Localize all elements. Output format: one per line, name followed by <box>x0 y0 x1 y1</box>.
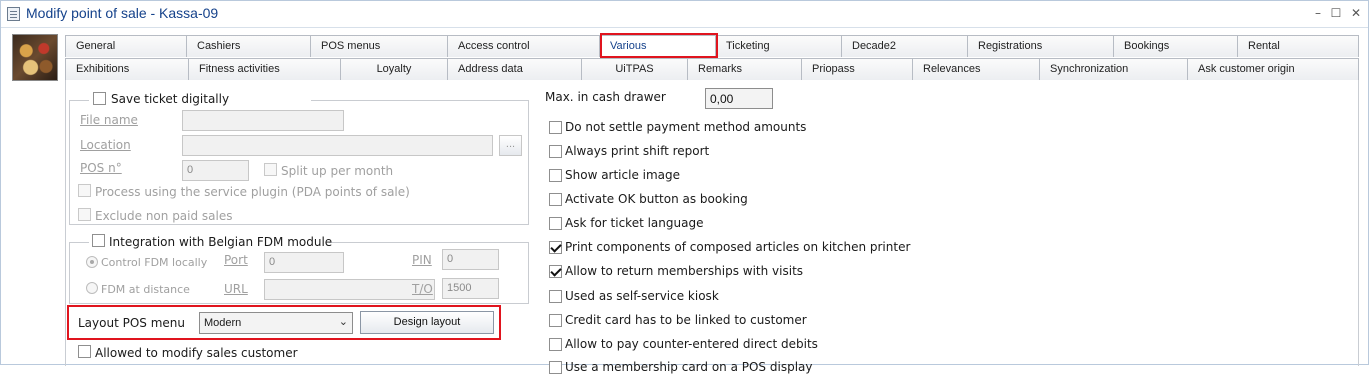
pin-field[interactable]: 0 <box>442 249 499 270</box>
option-label: Allow to return memberships with visits <box>565 264 804 278</box>
option-label: Use a membership card on a POS display <box>565 360 813 374</box>
option-label: Do not settle payment method amounts <box>565 120 807 134</box>
option-checkbox[interactable] <box>549 193 562 206</box>
url-label: URL <box>224 282 248 296</box>
file-name-field[interactable] <box>182 110 344 131</box>
location-label: Location <box>80 138 131 152</box>
tab-address-data[interactable]: Address data <box>447 58 581 80</box>
timeout-field[interactable]: 1500 <box>442 278 499 299</box>
url-field[interactable] <box>264 279 435 300</box>
option-checkbox[interactable] <box>549 338 562 351</box>
option-checkbox[interactable] <box>549 121 562 134</box>
option-label: Credit card has to be linked to customer <box>565 313 807 327</box>
port-field[interactable]: 0 <box>264 252 344 273</box>
design-layout-button[interactable]: Design layout <box>360 311 494 334</box>
exclude-non-paid-label: Exclude non paid sales <box>95 209 233 223</box>
split-per-month-checkbox[interactable] <box>264 163 277 176</box>
tab-rental[interactable]: Rental <box>1237 35 1359 57</box>
option-label: Activate OK button as booking <box>565 192 748 206</box>
option-label: Ask for ticket language <box>565 216 704 230</box>
tab-row-2: Exhibitions Fitness activities Loyalty A… <box>65 58 1359 80</box>
option-checkbox[interactable] <box>549 361 562 374</box>
save-ticket-label: Save ticket digitally <box>111 92 230 106</box>
service-plugin-label: Process using the service plugin (PDA po… <box>95 185 410 199</box>
maximize-icon[interactable]: ☐ <box>1329 6 1343 20</box>
tab-various[interactable]: Various <box>599 35 715 57</box>
option-label: Used as self-service kiosk <box>565 289 719 303</box>
timeout-label: T/O <box>412 282 433 296</box>
tab-cashiers[interactable]: Cashiers <box>186 35 310 57</box>
option-checkbox[interactable] <box>549 265 562 278</box>
tab-exhibitions[interactable]: Exhibitions <box>65 58 188 80</box>
pos-logo-image <box>12 34 58 81</box>
tab-synchronization[interactable]: Synchronization <box>1039 58 1187 80</box>
option-checkbox[interactable] <box>549 145 562 158</box>
port-label: Port <box>224 253 248 267</box>
option-checkbox[interactable] <box>549 314 562 327</box>
option-checkbox[interactable] <box>549 169 562 182</box>
window-title: Modify point of sale - Kassa-09 <box>26 5 219 21</box>
split-per-month-label: Split up per month <box>281 164 394 178</box>
fdm-distance-radio[interactable] <box>86 282 98 294</box>
browse-location-button[interactable]: ... <box>499 135 522 156</box>
option-label: Always print shift report <box>565 144 710 158</box>
cash-drawer-label: Max. in cash drawer <box>545 90 666 104</box>
layout-pos-menu-label: Layout POS menu <box>78 316 186 330</box>
tab-uitpas[interactable]: UiTPAS <box>581 58 687 80</box>
service-plugin-checkbox[interactable] <box>78 184 91 197</box>
tab-fitness-activities[interactable]: Fitness activities <box>188 58 340 80</box>
location-field[interactable] <box>182 135 493 156</box>
fdm-distance-label: FDM at distance <box>101 283 190 296</box>
title-bar: Modify point of sale - Kassa-09 – ☐ ✕ <box>1 1 1368 28</box>
control-fdm-locally-radio[interactable] <box>86 256 98 268</box>
tab-row-1: General Cashiers POS menus Access contro… <box>65 35 1359 57</box>
tab-priopass[interactable]: Priopass <box>801 58 912 80</box>
option-label: Print components of composed articles on… <box>565 240 911 254</box>
tab-loyalty[interactable]: Loyalty <box>340 58 447 80</box>
layout-selected-value: Modern <box>204 317 242 329</box>
tab-decade2[interactable]: Decade2 <box>841 35 967 57</box>
control-fdm-locally-label: Control FDM locally <box>101 256 208 269</box>
file-name-label: File name <box>80 113 138 127</box>
option-label: Show article image <box>565 168 681 182</box>
pos-number-label: POS n° <box>80 161 122 175</box>
save-ticket-checkbox[interactable] <box>93 92 106 105</box>
allowed-modify-customer-label: Allowed to modify sales customer <box>95 346 298 360</box>
exclude-non-paid-checkbox[interactable] <box>78 208 91 221</box>
allowed-modify-customer-checkbox[interactable] <box>78 345 91 358</box>
layout-pos-menu-select[interactable]: Modern ⌄ <box>199 312 353 334</box>
option-label: Allow to pay counter-entered direct debi… <box>565 337 818 351</box>
option-checkbox[interactable] <box>549 290 562 303</box>
option-checkbox[interactable] <box>549 241 562 254</box>
pin-label: PIN <box>412 253 432 267</box>
fdm-integration-checkbox[interactable] <box>92 234 105 247</box>
pos-number-field[interactable]: 0 <box>182 160 249 181</box>
fdm-integration-label: Integration with Belgian FDM module <box>109 235 333 249</box>
tab-bookings[interactable]: Bookings <box>1113 35 1237 57</box>
modify-pos-window: Modify point of sale - Kassa-09 – ☐ ✕ Ge… <box>0 0 1369 374</box>
tab-relevances[interactable]: Relevances <box>912 58 1039 80</box>
tab-ticketing[interactable]: Ticketing <box>715 35 841 57</box>
tab-registrations[interactable]: Registrations <box>967 35 1113 57</box>
chevron-down-icon: ⌄ <box>338 316 348 328</box>
tab-access-control[interactable]: Access control <box>447 35 599 57</box>
tab-remarks[interactable]: Remarks <box>687 58 801 80</box>
tab-general[interactable]: General <box>65 35 186 57</box>
minimize-icon[interactable]: – <box>1311 6 1325 20</box>
option-checkbox[interactable] <box>549 217 562 230</box>
tab-ask-customer-origin[interactable]: Ask customer origin <box>1187 58 1359 80</box>
form-icon <box>7 7 20 21</box>
close-icon[interactable]: ✕ <box>1349 6 1363 20</box>
cash-drawer-field[interactable]: 0,00 <box>705 88 773 109</box>
tab-pos-menus[interactable]: POS menus <box>310 35 447 57</box>
